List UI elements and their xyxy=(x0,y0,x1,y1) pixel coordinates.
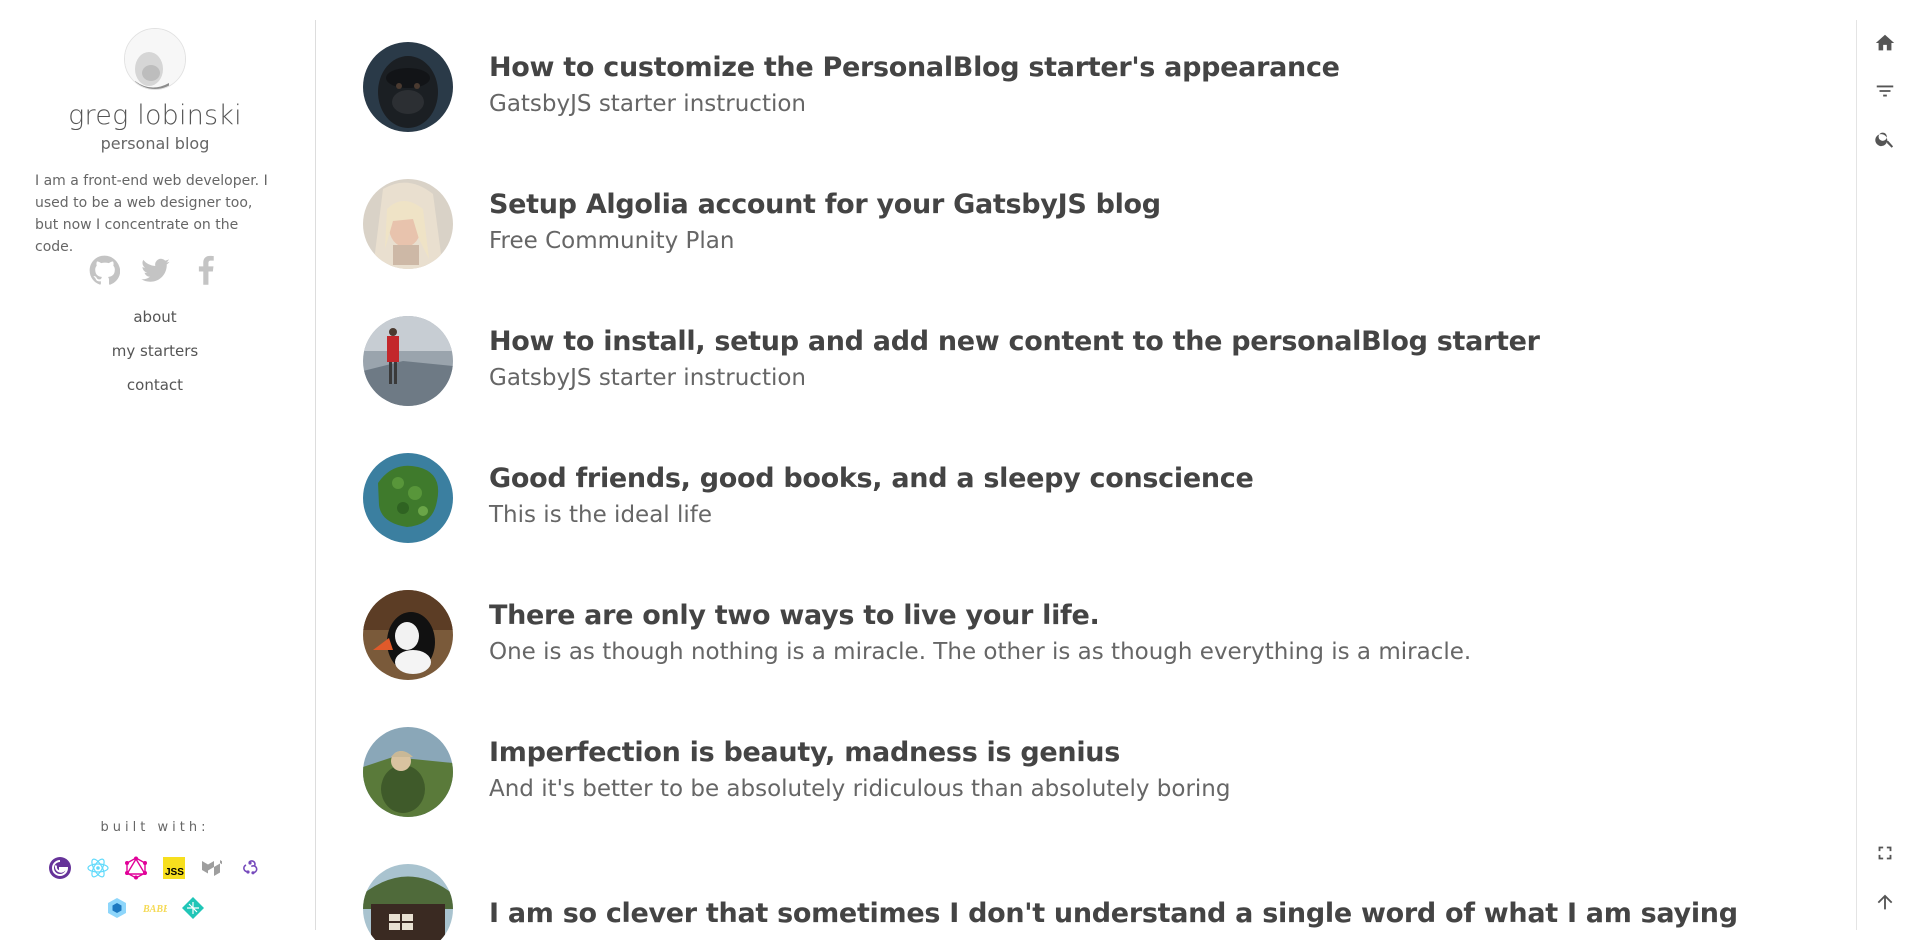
react-icon[interactable] xyxy=(86,856,110,880)
search-button[interactable] xyxy=(1871,125,1899,153)
jss-icon[interactable]: JSS xyxy=(162,856,186,880)
post-title[interactable]: Setup Algolia account for your GatsbyJS … xyxy=(489,189,1161,220)
netlify-icon[interactable] xyxy=(181,896,205,920)
author-bio: I am a front-end web developer. I used t… xyxy=(35,173,268,255)
svg-text:BABEL: BABEL xyxy=(143,904,167,915)
fullscreen-button[interactable] xyxy=(1871,839,1899,867)
post-title[interactable]: Good friends, good books, and a sleepy c… xyxy=(489,463,1254,494)
stack-icons-row: BABEL xyxy=(0,896,310,920)
post-thumbnail[interactable] xyxy=(363,179,453,269)
rail-divider xyxy=(1856,20,1857,930)
graphql-icon[interactable] xyxy=(124,856,148,880)
avatar[interactable] xyxy=(124,28,186,90)
author-subtitle: personal blog xyxy=(100,134,210,153)
post-title[interactable]: I am so clever that sometimes I don't un… xyxy=(489,898,1738,929)
facebook-icon[interactable] xyxy=(191,255,222,286)
post-subtitle: One is as though nothing is a miracle. T… xyxy=(489,639,1472,665)
filter-icon xyxy=(1876,85,1894,97)
post-thumbnail[interactable] xyxy=(363,864,453,940)
post-subtitle: GatsbyJS starter instruction xyxy=(489,365,807,391)
post-title[interactable]: There are only two ways to live your lif… xyxy=(489,600,1100,631)
twitter-icon[interactable] xyxy=(140,255,171,286)
post-thumbnail[interactable] xyxy=(363,316,453,406)
svg-text:JSS: JSS xyxy=(165,867,184,878)
post-item[interactable]: How to customize the PersonalBlog starte… xyxy=(363,42,1823,142)
filter-button[interactable] xyxy=(1871,77,1899,105)
built-with-label: built with: xyxy=(100,820,210,835)
post-title[interactable]: How to install, setup and add new conten… xyxy=(489,326,1540,357)
post-thumbnail[interactable] xyxy=(363,42,453,132)
post-title[interactable]: Imperfection is beauty, madness is geniu… xyxy=(489,737,1120,768)
post-subtitle: Free Community Plan xyxy=(489,228,735,254)
post-item[interactable]: How to install, setup and add new conten… xyxy=(363,316,1823,416)
nav-about[interactable]: about xyxy=(0,305,310,339)
home-button[interactable] xyxy=(1871,29,1899,57)
scroll-top-button[interactable] xyxy=(1871,888,1899,916)
post-item[interactable]: There are only two ways to live your lif… xyxy=(363,590,1823,690)
search-icon xyxy=(1875,132,1894,148)
babel-icon[interactable]: BABEL xyxy=(142,896,176,920)
nav-my-starters[interactable]: my starters xyxy=(0,339,310,373)
material-ui-icon[interactable] xyxy=(200,856,224,880)
post-item[interactable]: Good friends, good books, and a sleepy c… xyxy=(363,453,1823,553)
post-title[interactable]: How to customize the PersonalBlog starte… xyxy=(489,52,1340,83)
gatsby-icon[interactable] xyxy=(48,856,72,880)
post-item[interactable]: Setup Algolia account for your GatsbyJS … xyxy=(363,179,1823,279)
post-subtitle: And it's better to be absolutely ridicul… xyxy=(489,776,1231,802)
post-thumbnail[interactable] xyxy=(363,727,453,817)
author-name[interactable]: greg lobinski xyxy=(0,100,310,131)
redux-icon[interactable] xyxy=(238,856,262,880)
home-icon xyxy=(1875,34,1895,51)
post-item[interactable]: I am so clever that sometimes I don't un… xyxy=(363,864,1823,940)
post-subtitle: GatsbyJS starter instruction xyxy=(489,91,807,117)
post-list: How to customize the PersonalBlog starte… xyxy=(316,0,1856,940)
post-thumbnail[interactable] xyxy=(363,590,453,680)
fullscreen-icon xyxy=(1878,846,1892,860)
sidebar-nav: about my starters contact xyxy=(0,305,310,407)
post-item[interactable]: Imperfection is beauty, madness is geniu… xyxy=(363,727,1823,827)
stack-icons-row: JSS xyxy=(0,856,310,880)
sidebar: greg lobinski personal blog I am a front… xyxy=(0,0,316,940)
social-links xyxy=(0,255,310,286)
post-thumbnail[interactable] xyxy=(363,453,453,543)
github-icon[interactable] xyxy=(89,255,120,286)
arrow-up-icon xyxy=(1877,894,1893,910)
webpack-icon[interactable] xyxy=(105,896,129,920)
post-subtitle: This is the ideal life xyxy=(489,502,713,528)
nav-contact[interactable]: contact xyxy=(0,373,310,407)
